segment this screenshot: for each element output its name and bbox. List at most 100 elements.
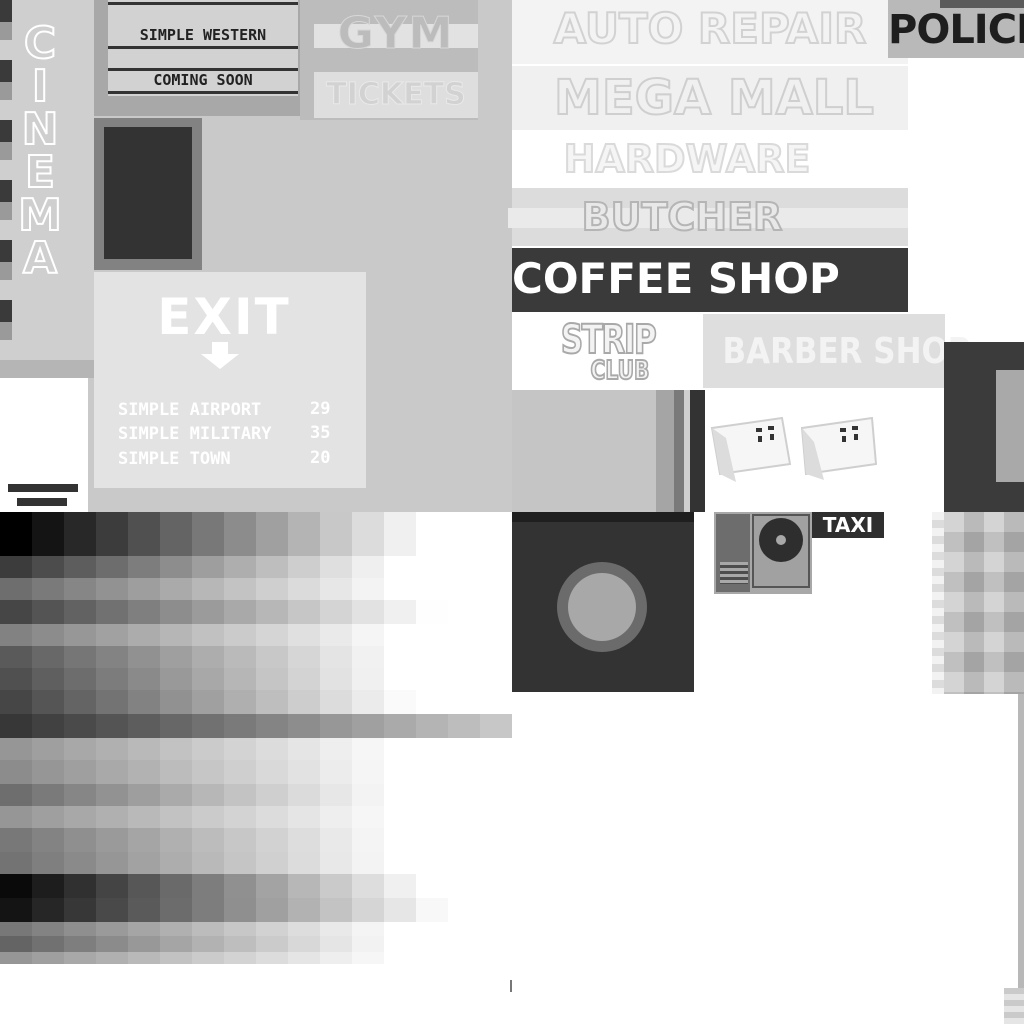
gradient-cell	[0, 828, 32, 852]
gradient-cell	[352, 714, 384, 738]
gradient-row	[0, 760, 512, 784]
gradient-cell	[352, 690, 384, 714]
gradient-cell	[96, 936, 128, 952]
gradient-cell	[384, 600, 416, 624]
gradient-cell	[224, 936, 256, 952]
gradient-cell	[128, 760, 160, 784]
footer-bar	[17, 498, 67, 506]
gradient-cell	[320, 714, 352, 738]
cinema-side-strip	[0, 0, 12, 360]
gradient-cell	[480, 922, 512, 936]
gradient-cell	[0, 668, 32, 690]
gradient-cell	[352, 784, 384, 806]
gradient-cell	[128, 624, 160, 646]
gradient-cell	[96, 624, 128, 646]
gradient-row	[0, 898, 512, 922]
gradient-cell	[160, 922, 192, 936]
gradient-cell	[96, 874, 128, 898]
gradient-cell	[288, 936, 320, 952]
strip-club-text-strip: STRIP	[560, 317, 658, 363]
gradient-cell	[192, 874, 224, 898]
gradient-cell	[96, 738, 128, 760]
gradient-cell	[384, 556, 416, 578]
gradient-cell	[224, 852, 256, 874]
gradient-cell	[0, 600, 32, 624]
gradient-cell	[448, 556, 480, 578]
gradient-cell	[128, 784, 160, 806]
gradient-cell	[288, 668, 320, 690]
gradient-cell	[192, 738, 224, 760]
gradient-cell	[352, 646, 384, 668]
gradient-cell	[448, 898, 480, 922]
gradient-cell	[64, 646, 96, 668]
gradient-cell	[192, 828, 224, 852]
gradient-cell	[192, 512, 224, 556]
gradient-cell	[480, 898, 512, 922]
gradient-cell	[160, 714, 192, 738]
gradient-cell	[64, 936, 96, 952]
gradient-cell	[416, 738, 448, 760]
exit-destination-name: SIMPLE TOWN	[118, 449, 231, 469]
gradient-cell	[128, 922, 160, 936]
gradient-cell	[32, 760, 64, 784]
gradient-cell	[64, 578, 96, 600]
gradient-cell	[0, 690, 32, 714]
gradient-cell	[64, 600, 96, 624]
gradient-cell	[352, 624, 384, 646]
gradient-cell	[32, 624, 64, 646]
gradient-cell	[96, 784, 128, 806]
gradient-row	[0, 690, 512, 714]
gradient-cell	[256, 806, 288, 828]
gradient-cell	[64, 952, 96, 964]
gradient-cell	[160, 952, 192, 964]
gradient-cell	[352, 738, 384, 760]
gradient-cell	[384, 936, 416, 952]
gradient-cell	[32, 714, 64, 738]
gradient-cell	[128, 556, 160, 578]
gradient-cell	[160, 738, 192, 760]
gradient-cell	[192, 898, 224, 922]
gradient-cell	[192, 714, 224, 738]
gradient-cell	[448, 828, 480, 852]
gradient-cell	[96, 952, 128, 964]
gradient-cell	[256, 668, 288, 690]
checker-texture	[944, 512, 1024, 694]
gradient-cell	[416, 714, 448, 738]
gradient-cell	[160, 578, 192, 600]
gradient-cell	[96, 828, 128, 852]
gradient-row	[0, 806, 512, 828]
police-sign-text: POLICE	[888, 7, 1024, 53]
gradient-row	[0, 936, 512, 952]
door	[104, 127, 192, 259]
gradient-cell	[352, 556, 384, 578]
gradient-cell	[32, 806, 64, 828]
gradient-cell	[256, 874, 288, 898]
gradient-cell	[416, 922, 448, 936]
gradient-cell	[224, 952, 256, 964]
gradient-cell	[256, 760, 288, 784]
gradient-cell	[480, 936, 512, 952]
gradient-cell	[224, 922, 256, 936]
gradient-cell	[64, 738, 96, 760]
gradient-cell	[32, 556, 64, 578]
gradient-cell	[192, 690, 224, 714]
gradient-cell	[352, 600, 384, 624]
gradient-cell	[64, 556, 96, 578]
gradient-cell	[64, 806, 96, 828]
gradient-cell	[384, 714, 416, 738]
gradient-cell	[160, 690, 192, 714]
texture-atlas: CINEMA SIMPLE WESTERN COMING SOON GYM TI…	[0, 0, 1024, 1024]
gradient-cell	[416, 952, 448, 964]
hardware-sign-text: HARDWARE	[563, 137, 812, 181]
gradient-cell	[160, 512, 192, 556]
gradient-cell	[288, 852, 320, 874]
gradient-cell	[192, 600, 224, 624]
gradient-cell	[384, 852, 416, 874]
gradient-cell	[320, 852, 352, 874]
gradient-cell	[320, 922, 352, 936]
gradient-cell	[64, 714, 96, 738]
auto-repair-text: AUTO REPAIR	[553, 4, 868, 53]
gradient-cell	[256, 556, 288, 578]
gradient-cell	[32, 600, 64, 624]
gradient-cell	[96, 690, 128, 714]
